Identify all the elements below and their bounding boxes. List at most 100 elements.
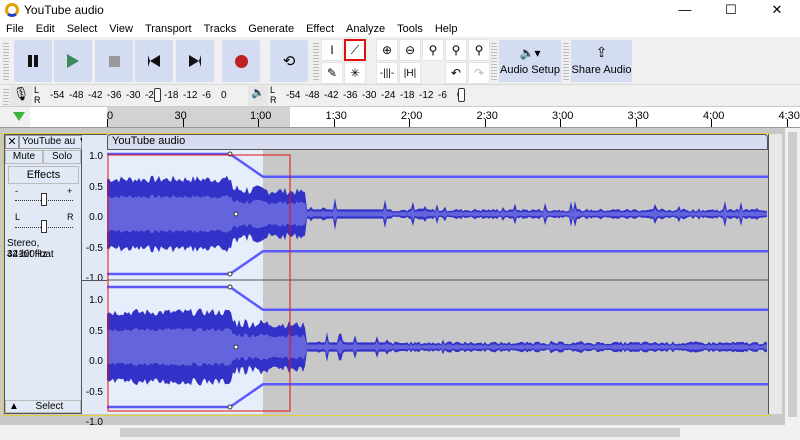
- menu-help[interactable]: Help: [429, 23, 464, 35]
- effects-button[interactable]: Effects: [8, 166, 79, 184]
- meter-tick-label: -18: [400, 90, 415, 101]
- record-volume-slider[interactable]: [154, 88, 161, 102]
- playback-volume-slider[interactable]: [458, 88, 465, 102]
- close-button[interactable]: ✕: [754, 0, 800, 20]
- undo-button[interactable]: ↶: [445, 62, 467, 84]
- toolbar-grip[interactable]: [3, 41, 9, 81]
- record-meter-scale[interactable]: -54 -48 -42 -36 -30 -24 -18 -12 -6 0: [40, 85, 235, 107]
- share-audio-button[interactable]: ⇪ Share Audio: [571, 40, 632, 82]
- waveform[interactable]: [107, 150, 768, 414]
- toolbar-grip[interactable]: [491, 41, 497, 81]
- pencil-icon: ✎: [326, 66, 338, 80]
- menu-analyze[interactable]: Analyze: [340, 23, 391, 35]
- collapse-icon: ▲: [9, 401, 19, 412]
- record-meter-button[interactable]: 🎙: [10, 86, 32, 106]
- play-icon: [67, 54, 79, 68]
- toolbar-grip[interactable]: [313, 41, 319, 81]
- window-title: YouTube audio: [24, 3, 104, 17]
- meter-tick-label: -54: [286, 90, 301, 101]
- share-icon: ⇪: [595, 44, 608, 60]
- menu-edit[interactable]: Edit: [30, 23, 61, 35]
- solo-button[interactable]: Solo: [43, 150, 81, 164]
- meter-toolbar: 🎙 L R -54 -48 -42 -36 -30 -24 -18 -12 -6 0 🔈 L R …: [0, 85, 800, 107]
- skip-start-button[interactable]: [135, 40, 173, 82]
- scrollbar-thumb[interactable]: [120, 428, 680, 437]
- mute-button[interactable]: Mute: [5, 150, 43, 164]
- trim-button[interactable]: -|||-: [376, 62, 398, 84]
- play-button[interactable]: [54, 40, 92, 82]
- menu-tracks[interactable]: Tracks: [198, 23, 243, 35]
- toolbar-grip[interactable]: [3, 87, 9, 105]
- meter-tick-label: -42: [88, 90, 103, 101]
- speaker-icon: 🔈: [251, 87, 265, 99]
- vertical-ruler-ch1[interactable]: 1.0 0.5 0.0 -0.5 -1.0: [82, 134, 107, 284]
- meter-tick-label: -6: [438, 90, 447, 101]
- zoom-out-button[interactable]: ⊖: [399, 39, 421, 61]
- stop-button[interactable]: [95, 40, 133, 82]
- timeline-label: 3:30: [627, 110, 649, 122]
- menu-generate[interactable]: Generate: [242, 23, 300, 35]
- selection-tool-button[interactable]: I: [321, 39, 343, 61]
- skip-end-button[interactable]: [176, 40, 214, 82]
- meter-tick-label: -36: [107, 90, 122, 101]
- playback-meter-button[interactable]: 🔈: [248, 86, 268, 106]
- draw-tool-button[interactable]: ✎: [321, 62, 343, 84]
- pan-slider[interactable]: [41, 220, 47, 233]
- horizontal-scrollbar[interactable]: [0, 425, 800, 440]
- meter-tick-label: -48: [305, 90, 320, 101]
- multi-tool-button[interactable]: ✳: [344, 62, 366, 84]
- select-track-button[interactable]: ▲ Select: [5, 400, 81, 413]
- loop-icon: ⟲: [282, 53, 296, 70]
- rec-meter-l: L: [34, 85, 40, 95]
- menu-transport[interactable]: Transport: [139, 23, 198, 35]
- silence-button[interactable]: |H|: [399, 62, 421, 84]
- skip-end-icon: [189, 55, 201, 67]
- meter-tick-label: -12: [183, 90, 198, 101]
- play-head-icon[interactable]: [13, 112, 25, 121]
- track-name-menu[interactable]: YouTube au ▼: [19, 135, 88, 149]
- toolbar-grip[interactable]: [563, 41, 569, 81]
- playback-meter-scale[interactable]: -54-48-42-36-30-24-18-12-60: [276, 85, 471, 107]
- trim-icon: -|||-: [379, 67, 395, 79]
- record-button[interactable]: [222, 40, 260, 82]
- share-audio-label: Share Audio: [571, 64, 632, 76]
- gain-slider[interactable]: [41, 193, 47, 206]
- fit-project-button[interactable]: ⚲: [445, 39, 467, 61]
- envelope-point: [227, 404, 233, 410]
- clip-name: YouTube audio: [112, 135, 186, 147]
- toolbar: ⟲ I ⟋ ✎ ✳ ⊕ ⊖ ⚲ ⚲ ⚲ -|||- |H| ↶ ↷ 🔈▾ Aud…: [0, 37, 800, 85]
- zoom-toggle-button[interactable]: ⚲: [468, 39, 490, 61]
- amplitude-label: 0.5: [89, 325, 103, 337]
- track-control-panel: ✕ YouTube au ▼ Mute Solo Effects - + L R…: [4, 134, 88, 414]
- minimize-button[interactable]: —: [662, 0, 708, 20]
- timeline-label: 30: [174, 110, 187, 122]
- zoom-in-button[interactable]: ⊕: [376, 39, 398, 61]
- track-sample-format: 32-bit float: [7, 249, 54, 260]
- record-icon: [234, 54, 248, 68]
- vertical-ruler-ch2[interactable]: 1.0 0.5 0.0 -0.5 -1.0: [82, 280, 107, 428]
- pause-button[interactable]: [14, 40, 52, 82]
- timeline-ruler[interactable]: 0 30 1:00 1:30 2:00 2:30 3:00 3:30 4:00 4:30: [0, 107, 800, 128]
- menu-file[interactable]: File: [0, 23, 30, 35]
- timeline-label: 2:30: [476, 110, 498, 122]
- timeline-label: 4:00: [703, 110, 725, 122]
- audio-setup-button[interactable]: 🔈▾ Audio Setup: [499, 40, 561, 82]
- meter-tick-label: -12: [419, 90, 434, 101]
- loop-button[interactable]: ⟲: [270, 40, 308, 82]
- zoom-toggle-icon: ⚲: [474, 43, 484, 57]
- timeline-label: 4:30: [778, 110, 800, 122]
- menu-bar: File Edit Select View Transport Tracks G…: [0, 20, 800, 37]
- menu-select[interactable]: Select: [61, 23, 104, 35]
- fit-selection-button[interactable]: ⚲: [422, 39, 444, 61]
- clip-header[interactable]: YouTube audio: [107, 134, 768, 150]
- track-close-button[interactable]: ✕: [5, 135, 19, 149]
- menu-tools[interactable]: Tools: [391, 23, 429, 35]
- envelope-tool-button[interactable]: ⟋: [344, 39, 366, 61]
- menu-effect[interactable]: Effect: [300, 23, 340, 35]
- skip-start-icon: [148, 55, 160, 67]
- maximize-button[interactable]: ☐: [708, 0, 754, 20]
- audio-setup-label: Audio Setup: [500, 64, 560, 76]
- vertical-scrollbar[interactable]: [785, 128, 800, 425]
- menu-view[interactable]: View: [103, 23, 139, 35]
- redo-button[interactable]: ↷: [468, 62, 490, 84]
